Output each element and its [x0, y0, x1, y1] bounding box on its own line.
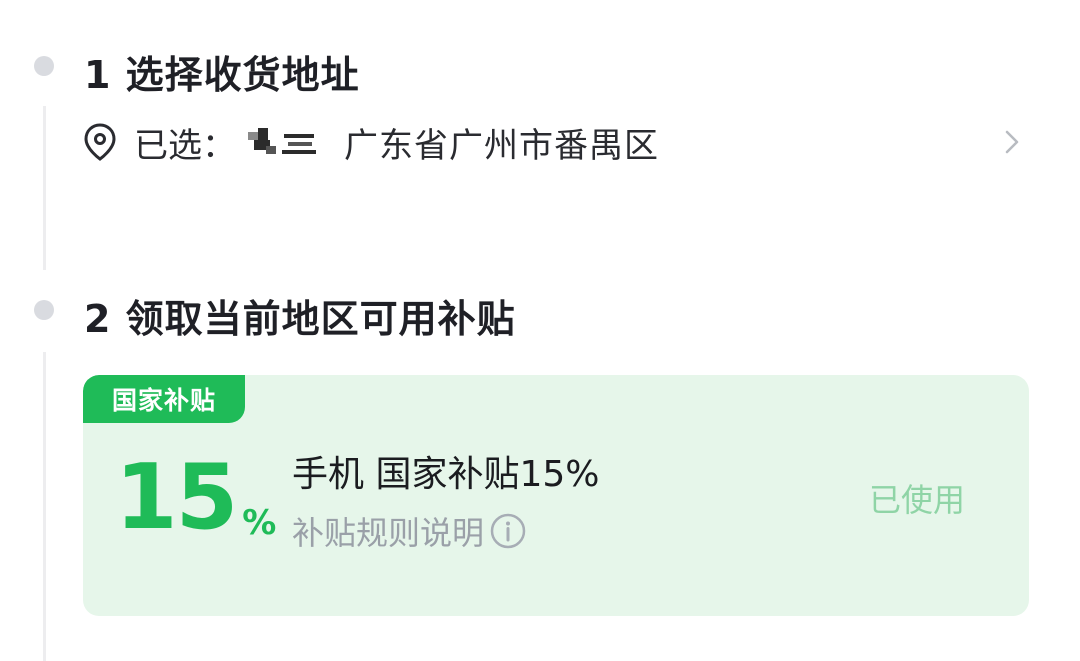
step-1-rail — [43, 106, 46, 270]
chevron-right-icon — [1005, 130, 1019, 154]
subsidy-claim-page: 1 选择收货地址 已选： 广东省广州市番禺区 2 领取当前地区可用补贴 国家补贴… — [0, 0, 1080, 661]
address-selected-label: 已选： — [134, 125, 236, 166]
subsidy-rules-link[interactable]: 补贴规则说明 — [292, 509, 528, 553]
subsidy-rate: 15 % — [115, 443, 277, 550]
info-icon — [490, 513, 526, 549]
subsidy-rate-value: 15 — [115, 445, 238, 550]
step-1-dot — [34, 56, 54, 76]
masked-recipient-name — [244, 124, 322, 160]
subsidy-status-used: 已使用 — [868, 481, 965, 519]
step-2-dot — [34, 300, 54, 320]
subsidy-card: 国家补贴 15 % 手机 国家补贴15% 补贴规则说明 已使用 — [83, 375, 1029, 616]
step-2-rail — [43, 352, 46, 661]
location-pin-icon — [84, 123, 116, 161]
step-1-title: 1 选择收货地址 — [84, 53, 360, 97]
step-2-title: 2 领取当前地区可用补贴 — [84, 297, 516, 341]
subsidy-rate-unit: % — [242, 503, 277, 543]
address-selector[interactable]: 已选： 广东省广州市番禺区 — [82, 114, 1028, 170]
subsidy-rules-label: 补贴规则说明 — [292, 514, 485, 552]
address-region: 广东省广州市番禺区 — [344, 125, 659, 166]
subsidy-title: 手机 国家补贴15% — [292, 454, 600, 495]
subsidy-tag: 国家补贴 — [83, 375, 245, 423]
